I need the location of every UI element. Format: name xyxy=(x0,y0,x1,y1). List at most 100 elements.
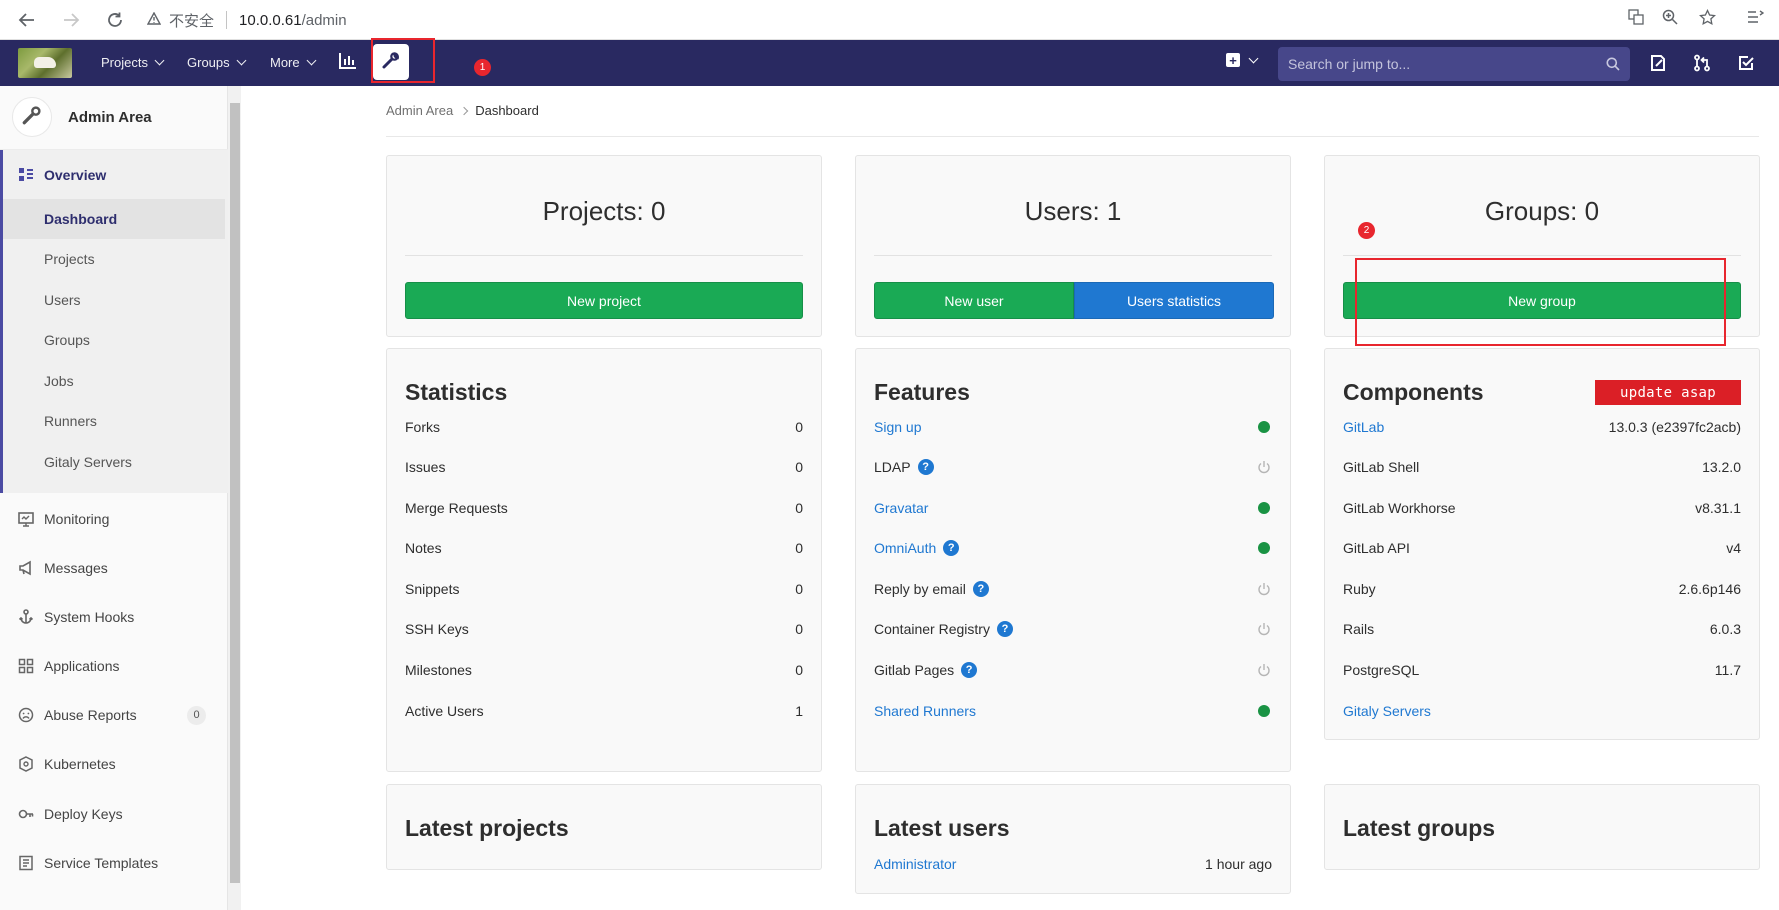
question-icon[interactable]: ? xyxy=(996,621,1013,637)
breadcrumb-dashboard[interactable]: Dashboard xyxy=(475,103,539,118)
power-off-icon xyxy=(1257,622,1271,636)
question-icon[interactable]: ? xyxy=(972,581,989,597)
component-row: GitLab Workhorse v8.31.1 xyxy=(1343,498,1741,518)
feature-link-shared-runners[interactable]: Shared Runners xyxy=(874,703,976,719)
nav-groups-dropdown[interactable]: Groups xyxy=(187,55,247,70)
sidebar-subitem-users[interactable]: Users xyxy=(3,280,225,320)
sidebar-item-abuse-reports[interactable]: Abuse Reports 0 xyxy=(0,705,228,725)
component-version: v4 xyxy=(1726,540,1741,556)
forward-arrow-icon[interactable] xyxy=(60,9,82,31)
search-icon[interactable] xyxy=(1606,57,1620,74)
sidebar-item-messages[interactable]: Messages xyxy=(0,558,228,578)
users-count-title: Users: 1 xyxy=(1024,196,1122,226)
monitor-icon xyxy=(18,511,35,528)
component-version: 11.7 xyxy=(1714,662,1741,678)
component-row: Ruby 2.6.6p146 xyxy=(1343,579,1741,599)
component-version: v8.31.1 xyxy=(1695,500,1741,516)
snippets-icon[interactable] xyxy=(1649,54,1667,72)
component-label: PostgreSQL xyxy=(1343,662,1420,678)
latest-groups-title: Latest groups xyxy=(1343,815,1496,841)
component-label: GitLab Workhorse xyxy=(1343,500,1456,516)
sidebar-scrollbar-thumb[interactable] xyxy=(230,103,240,883)
new-user-button[interactable]: New user xyxy=(874,282,1074,319)
stat-value: 0 xyxy=(795,540,803,556)
reload-icon[interactable] xyxy=(104,9,126,31)
stat-value: 1 xyxy=(795,703,803,719)
nav-more-dropdown[interactable]: More xyxy=(270,55,317,70)
star-icon[interactable] xyxy=(1699,8,1716,31)
latest-user-link[interactable]: Administrator xyxy=(874,856,956,872)
warning-icon xyxy=(146,11,162,28)
stat-value: 0 xyxy=(795,621,803,637)
sidebar-subitem-runners[interactable]: Runners xyxy=(3,401,225,441)
activity-chart-icon[interactable] xyxy=(338,52,360,74)
sidebar-subitem-projects[interactable]: Projects xyxy=(3,239,225,279)
stat-label: Merge Requests xyxy=(405,500,508,516)
feature-link-gravatar[interactable]: Gravatar xyxy=(874,500,928,516)
status-on-dot xyxy=(1258,421,1270,433)
sidebar-item-deploy-keys[interactable]: Deploy Keys xyxy=(0,804,228,824)
chevron-right-icon xyxy=(459,106,469,115)
search-box[interactable] xyxy=(1278,47,1630,81)
merge-requests-icon[interactable] xyxy=(1693,54,1711,72)
sidebar-header[interactable]: Admin Area xyxy=(12,97,152,137)
component-link-gitaly-servers[interactable]: Gitaly Servers xyxy=(1343,703,1431,719)
feature-row: OmniAuth? xyxy=(874,538,1272,558)
site-logo[interactable] xyxy=(18,48,72,78)
new-item-dropdown[interactable]: + xyxy=(1226,53,1259,67)
address-bar[interactable]: 不安全 10.0.0.61 /admin xyxy=(146,4,1747,36)
feature-label: LDAP xyxy=(874,459,911,475)
abuse-reports-count-badge: 0 xyxy=(187,705,206,725)
url-host: 10.0.0.61 xyxy=(239,11,302,29)
translate-icon[interactable] xyxy=(1628,9,1644,30)
sidebar-item-monitoring[interactable]: Monitoring xyxy=(0,509,228,529)
nav-groups-label: Groups xyxy=(187,55,230,70)
question-icon[interactable]: ? xyxy=(943,540,960,556)
nav-projects-dropdown[interactable]: Projects xyxy=(101,55,165,70)
component-row: Gitaly Servers xyxy=(1343,701,1741,721)
zoom-icon[interactable] xyxy=(1662,9,1678,30)
stat-row: Active Users 1 xyxy=(405,701,803,721)
plus-square-icon: + xyxy=(1226,53,1240,67)
groups-count-title: Groups: 0 xyxy=(1484,196,1600,226)
power-off-icon xyxy=(1257,460,1271,474)
sidebar-item-system-hooks[interactable]: System Hooks xyxy=(0,607,228,627)
sidebar-item-service-templates[interactable]: Service Templates xyxy=(0,853,228,873)
components-title: Components xyxy=(1343,379,1484,405)
stat-row: SSH Keys 0 xyxy=(405,619,803,639)
sidebar-subitem-jobs[interactable]: Jobs xyxy=(3,361,225,401)
latest-projects-card: Latest projects xyxy=(386,784,822,870)
chevron-down-icon xyxy=(154,55,165,66)
stat-value: 0 xyxy=(795,419,803,435)
users-count-card: Users: 1 New user Users statistics xyxy=(855,155,1291,337)
question-icon[interactable]: ? xyxy=(917,459,934,475)
breadcrumb-admin-area[interactable]: Admin Area xyxy=(386,103,453,118)
users-statistics-button[interactable]: Users statistics xyxy=(1074,282,1274,319)
sidebar-item-kubernetes[interactable]: Kubernetes xyxy=(0,754,228,774)
kubernetes-icon xyxy=(18,755,35,773)
feature-link-omniauth[interactable]: OmniAuth xyxy=(874,540,936,556)
power-off-icon xyxy=(1257,663,1271,677)
card-divider xyxy=(874,255,1272,256)
question-icon[interactable]: ? xyxy=(961,662,978,678)
annotation-box-1 xyxy=(371,38,435,83)
sidebar-item-overview[interactable]: Overview xyxy=(0,165,228,185)
sidebar-subitem-gitaly-servers[interactable]: Gitaly Servers xyxy=(3,442,225,482)
applications-icon xyxy=(18,658,35,675)
update-asap-badge[interactable]: update asap xyxy=(1595,380,1741,405)
url-separator xyxy=(226,11,228,29)
sidebar-subitem-dashboard[interactable]: Dashboard xyxy=(3,199,225,239)
component-link-gitlab[interactable]: GitLab xyxy=(1343,419,1384,435)
search-input[interactable] xyxy=(1288,56,1588,72)
sidebar-subitem-groups[interactable]: Groups xyxy=(3,320,225,360)
back-arrow-icon[interactable] xyxy=(16,9,38,31)
status-on-dot xyxy=(1258,542,1270,554)
todos-icon[interactable] xyxy=(1737,54,1755,72)
sidebar-item-applications[interactable]: Applications xyxy=(0,656,228,676)
card-divider xyxy=(405,255,803,256)
feature-link-sign-up[interactable]: Sign up xyxy=(874,419,921,435)
component-row: GitLab API v4 xyxy=(1343,538,1741,558)
reading-list-icon[interactable] xyxy=(1747,9,1765,30)
insecure-label: 不安全 xyxy=(169,12,215,30)
new-project-button[interactable]: New project xyxy=(405,282,803,319)
